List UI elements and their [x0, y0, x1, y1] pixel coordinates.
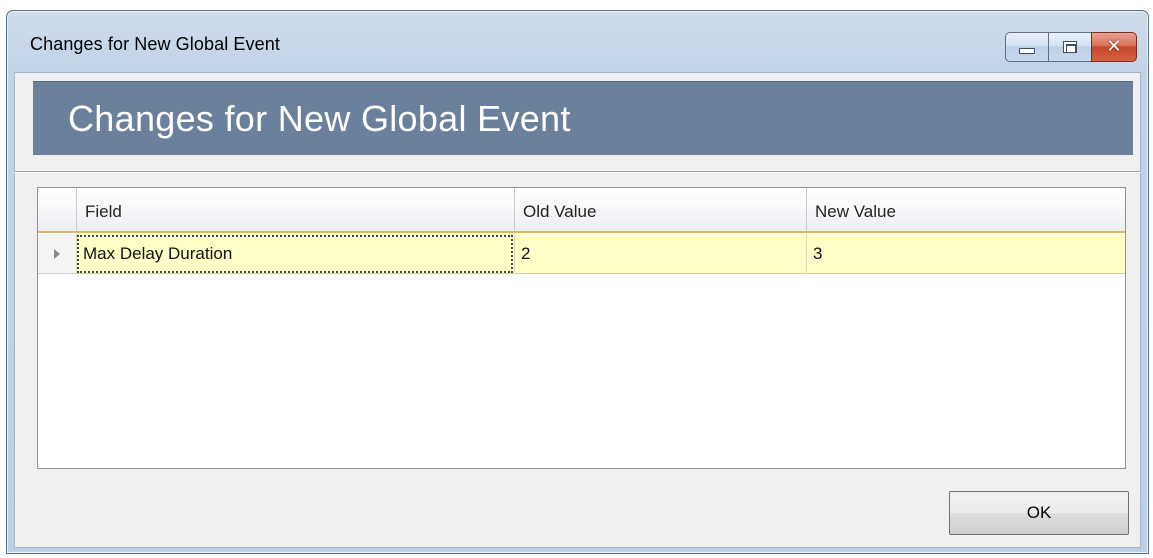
table-row[interactable]: Max Delay Duration 2 3 [38, 234, 1125, 274]
dialog-window: Changes for New Global Event ✕ Changes f… [6, 10, 1149, 554]
row-selector[interactable] [38, 234, 76, 274]
row-pointer-icon [54, 248, 60, 259]
column-header-old-value[interactable]: Old Value [514, 188, 806, 231]
title-bar[interactable]: Changes for New Global Event ✕ [7, 11, 1148, 73]
window-title: Changes for New Global Event [30, 34, 280, 54]
minimize-button[interactable] [1005, 32, 1049, 62]
banner-title: Changes for New Global Event [68, 98, 571, 139]
grid-header: Field Old Value New Value [38, 188, 1125, 233]
header-banner: Changes for New Global Event [33, 81, 1133, 155]
cell-new-value[interactable]: 3 [806, 234, 1125, 274]
cell-field[interactable]: Max Delay Duration [76, 234, 514, 274]
column-header-new-value[interactable]: New Value [806, 188, 1124, 231]
minimize-icon [1019, 48, 1035, 54]
column-header-field[interactable]: Field [76, 188, 514, 231]
close-icon: ✕ [1106, 36, 1122, 57]
close-button[interactable]: ✕ [1091, 32, 1137, 62]
ok-button[interactable]: OK [949, 491, 1129, 535]
divider [14, 171, 1141, 173]
maximize-icon [1063, 41, 1077, 53]
cell-old-value[interactable]: 2 [514, 234, 806, 274]
maximize-button[interactable] [1048, 32, 1092, 62]
changes-grid[interactable]: Field Old Value New Value Max Delay Dura… [37, 187, 1126, 469]
caption-buttons: ✕ [1005, 32, 1137, 62]
